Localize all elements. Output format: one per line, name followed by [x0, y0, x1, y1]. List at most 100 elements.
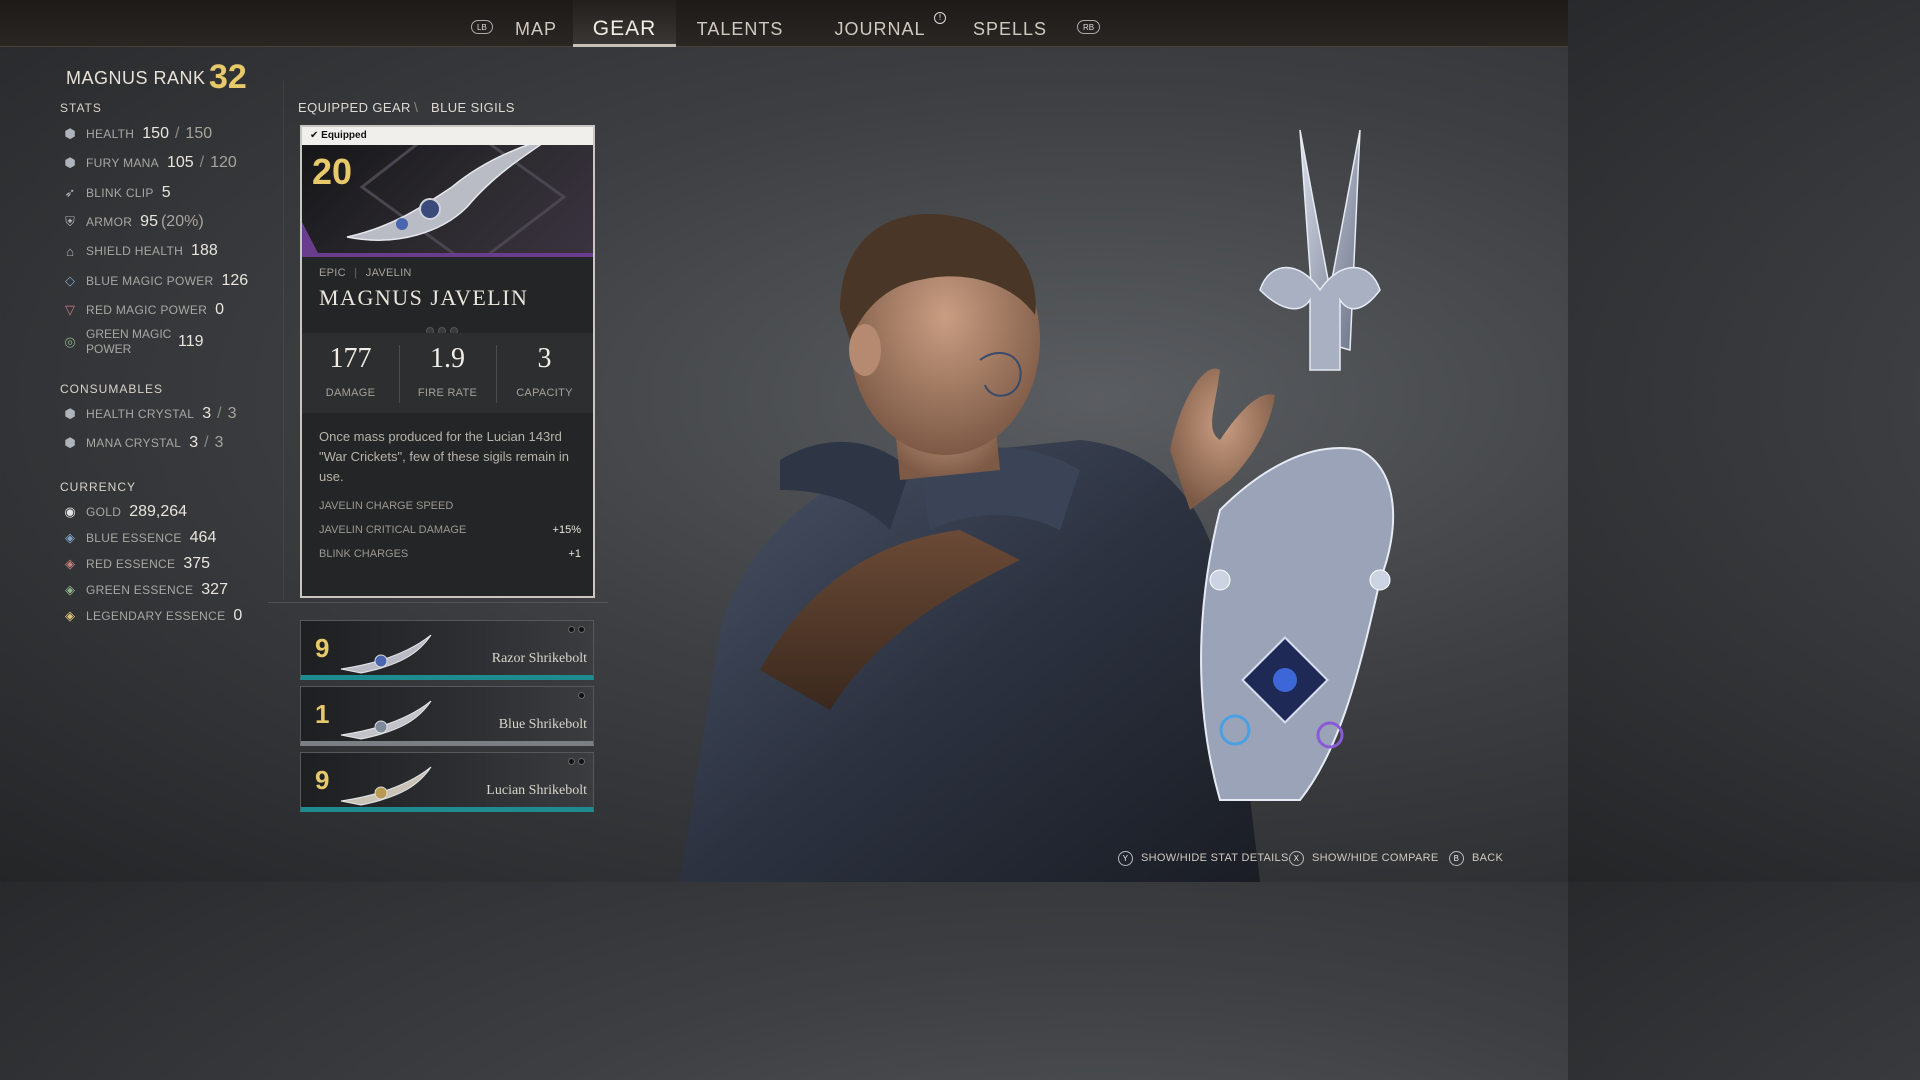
currency-label: RED ESSENCE: [86, 557, 176, 571]
currency-red-essence: ◈ RED ESSENCE 375: [62, 552, 210, 576]
right-bumper-hint[interactable]: RB: [1077, 20, 1101, 34]
breadcrumb-current: BLUE SIGILS: [431, 100, 515, 115]
item-stat-capacity: 3 CAPACITY: [496, 333, 593, 413]
item-meta: EPIC | JAVELIN: [319, 267, 412, 279]
item-meta-separator: |: [354, 267, 358, 279]
currency-value: 327: [201, 581, 228, 598]
tab-talents[interactable]: TALENTS: [688, 0, 792, 47]
stat-blink-clip: ➶ BLINK CLIP 5: [62, 181, 171, 205]
stat-max: 120: [210, 154, 237, 171]
tab-gear[interactable]: GEAR: [573, 0, 676, 47]
shield-icon: ⌂: [66, 243, 74, 259]
sigil-list-item[interactable]: 9 Razor Shrikebolt: [300, 620, 594, 680]
socket-indicators: [578, 692, 585, 699]
sigil-name: Lucian Shrikebolt: [486, 783, 587, 798]
shrikebolt-icon: [340, 700, 432, 740]
panel-divider: [283, 80, 284, 600]
item-image: ✔ Equipped 20: [302, 127, 593, 257]
tab-spells[interactable]: SPELLS: [965, 0, 1055, 47]
health-crystal-icon: ⬢: [64, 406, 76, 421]
currency-green-essence: ◈ GREEN ESSENCE 327: [62, 578, 228, 602]
currency-label: BLUE ESSENCE: [86, 531, 182, 545]
sigil-list-item[interactable]: 1 Blue Shrikebolt: [300, 686, 594, 746]
consumable-value: 3: [202, 405, 212, 422]
stat-label-line2: POWER: [86, 342, 132, 356]
consumable-label: MANA CRYSTAL: [86, 436, 182, 450]
stat-max: 150: [185, 125, 213, 142]
currency-gold: ◉ GOLD 289,264: [62, 500, 187, 524]
currency-label: GOLD: [86, 505, 122, 519]
red-essence-icon: ◈: [65, 556, 75, 571]
hint-label: SHOW/HIDE COMPARE: [1312, 852, 1439, 864]
stat-armor: ⛨ ARMOR 95 (20%): [62, 210, 204, 234]
perk-label: JAVELIN CRITICAL DAMAGE: [319, 524, 467, 536]
stat-value: 105: [166, 154, 194, 171]
stat-label-line1: GREEN MAGIC: [86, 327, 172, 341]
currency-value: 464: [189, 529, 217, 546]
sigil-list-item[interactable]: 9 Lucian Shrikebolt: [300, 752, 594, 812]
health-icon: ⬢: [64, 126, 76, 141]
card-divider: [268, 602, 608, 603]
hint-show-hide-compare[interactable]: X SHOW/HIDE COMPARE: [1289, 850, 1439, 866]
consumable-max: 3: [227, 405, 237, 422]
hint-show-hide-stat-details[interactable]: Y SHOW/HIDE STAT DETAILS: [1118, 850, 1289, 866]
stat-label: RED MAGIC POWER: [86, 303, 208, 317]
consumable-value: 3: [189, 434, 199, 451]
consumable-separator: /: [217, 405, 222, 422]
item-perk: JAVELIN CRITICAL DAMAGE +15%: [319, 524, 581, 540]
stat-label: BLUE MAGIC POWER: [86, 274, 214, 288]
breadcrumb-parent[interactable]: EQUIPPED GEAR: [298, 100, 411, 115]
item-stat-label: FIRE RATE: [417, 387, 478, 399]
hint-back[interactable]: B BACK: [1449, 850, 1503, 866]
tab-map[interactable]: MAP: [508, 0, 564, 47]
item-stats: 177 DAMAGE 1.9 FIRE RATE 3 CAPACITY: [302, 333, 593, 413]
stat-label: FURY MANA: [86, 156, 159, 170]
stat-value: 126: [221, 272, 249, 289]
b-button-icon: B: [1449, 850, 1464, 866]
stat-label: HEALTH: [86, 127, 135, 141]
currency-label: LEGENDARY ESSENCE: [86, 609, 226, 623]
item-rarity: EPIC: [319, 267, 346, 279]
armor-icon: ⛨: [65, 214, 75, 229]
perk-value: +15%: [552, 524, 581, 536]
currency-legendary-essence: ◈ LEGENDARY ESSENCE 0: [62, 604, 242, 628]
hint-label: SHOW/HIDE STAT DETAILS: [1141, 852, 1289, 864]
currency-value: 375: [183, 555, 211, 572]
shrikebolt-icon: [340, 634, 432, 674]
item-stat-label: CAPACITY: [516, 387, 573, 399]
sigil-level: 1: [315, 699, 330, 729]
gold-coin-icon: ◉: [64, 504, 76, 519]
stat-shield-health: ⌂ SHIELD HEALTH 188: [62, 239, 218, 263]
stat-green-magic-power: ◎ GREEN MAGIC POWER 119: [62, 326, 204, 358]
item-stat-fire-rate: 1.9 FIRE RATE: [399, 333, 496, 413]
stat-label: GREEN MAGIC POWER: [86, 327, 178, 357]
stat-value: 119: [178, 333, 204, 350]
stat-value: 0: [215, 301, 225, 318]
item-stat-label: DAMAGE: [325, 387, 376, 399]
stat-label: SHIELD HEALTH: [86, 244, 184, 258]
stat-fury-mana: ⬢ FURY MANA 105 / 120: [62, 151, 237, 175]
item-detail-card[interactable]: ✔ Equipped 20 EPIC | JAVELIN MAGNUS JAVE…: [300, 125, 595, 598]
consumable-separator: /: [204, 434, 209, 451]
rank-label: MAGNUS RANK: [66, 68, 206, 88]
item-stat-damage: 177 DAMAGE: [302, 333, 399, 413]
currency-value: 0: [233, 607, 243, 624]
consumables-heading: CONSUMABLES: [60, 382, 164, 396]
shrikebolt-icon: [340, 766, 432, 806]
stat-separator: /: [174, 125, 180, 142]
stat-percent: (20%): [160, 213, 204, 230]
green-essence-icon: ◈: [65, 582, 75, 597]
blue-magic-icon: ◇: [65, 273, 75, 288]
stat-health: ⬢ HEALTH 150 / 150: [62, 122, 212, 146]
stat-blue-magic-power: ◇ BLUE MAGIC POWER 126: [62, 269, 248, 293]
tab-journal[interactable]: JOURNAL: [828, 0, 932, 47]
stats-heading: STATS: [60, 101, 102, 115]
currency-label: GREEN ESSENCE: [86, 583, 194, 597]
currency-heading: CURRENCY: [60, 480, 137, 494]
perk-label: JAVELIN CHARGE SPEED: [319, 500, 454, 512]
left-bumper-hint[interactable]: LB: [471, 20, 493, 34]
sigil-level: 9: [315, 633, 330, 663]
stat-value: 150: [142, 125, 169, 142]
journal-notification-badge: !: [934, 12, 946, 24]
red-magic-icon: ▽: [65, 302, 75, 317]
